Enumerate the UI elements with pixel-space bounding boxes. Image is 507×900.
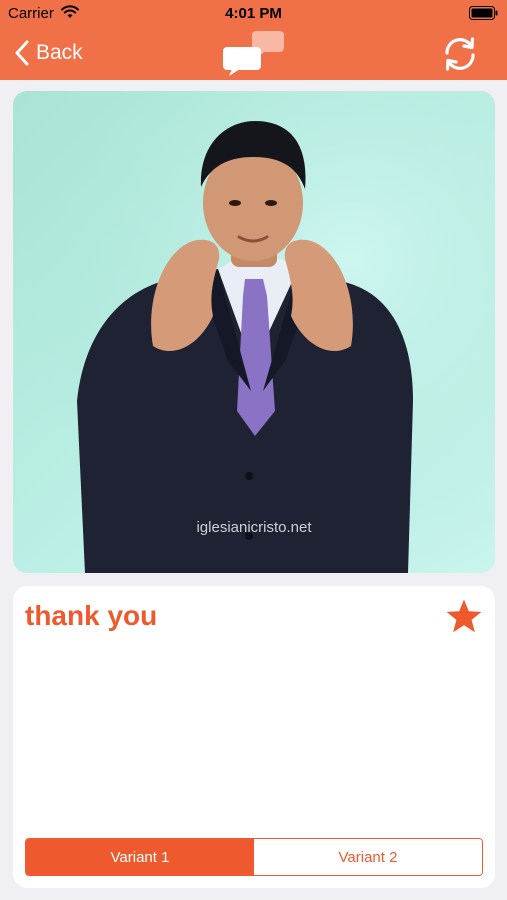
video-watermark: iglesianicristo.net: [196, 519, 312, 536]
back-button[interactable]: Back: [14, 38, 83, 68]
variant-1-segment[interactable]: Variant 1: [26, 839, 254, 875]
signer-figure: [13, 91, 495, 573]
status-bar: Carrier 4:01 PM: [0, 0, 507, 28]
top-bar: Carrier 4:01 PM Back: [0, 0, 507, 80]
refresh-icon[interactable]: [441, 36, 479, 72]
back-label: Back: [36, 41, 83, 64]
word-card: thank you Variant 1 Variant 2: [13, 586, 495, 888]
status-time: 4:01 PM: [225, 5, 282, 22]
chat-bubbles-icon: [223, 31, 284, 76]
star-icon[interactable]: [445, 598, 483, 634]
nav-bar: Back: [0, 28, 507, 80]
variant-segmented-control: Variant 1 Variant 2: [25, 838, 483, 876]
chevron-left-icon: [15, 40, 29, 66]
battery-icon: [469, 6, 498, 20]
word-title: thank you: [25, 600, 158, 631]
variant-2-segment[interactable]: Variant 2: [254, 839, 482, 875]
sign-video[interactable]: iglesianicristo.net: [13, 91, 495, 573]
